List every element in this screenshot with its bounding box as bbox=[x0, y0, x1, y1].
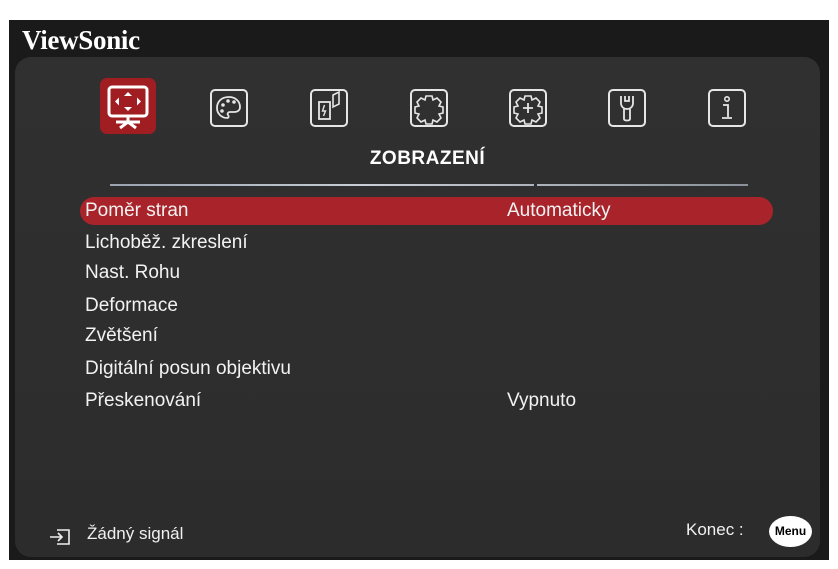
menu-item-label: Lichoběž. zkreslení bbox=[85, 232, 248, 253]
menu-item-overscan[interactable]: Přeskenování Vypnuto bbox=[85, 387, 773, 415]
power-management-icon[interactable] bbox=[306, 85, 352, 131]
menu-item-label: Přeskenování bbox=[85, 390, 202, 411]
menu-item-label: Poměr stran bbox=[85, 200, 189, 221]
menu-item-warp[interactable]: Deformace bbox=[85, 292, 773, 320]
brand-logo: ViewSonic bbox=[22, 25, 140, 55]
advanced-settings-icon[interactable] bbox=[505, 85, 551, 131]
menu-item-value: Vypnuto bbox=[507, 390, 577, 411]
system-tools-icon[interactable] bbox=[604, 85, 650, 131]
menu-item-keystone[interactable]: Lichoběž. zkreslení bbox=[85, 229, 773, 257]
menu-item-label: Zvětšení bbox=[85, 325, 158, 346]
menu-item-label: Nast. Rohu bbox=[85, 262, 181, 283]
menu-item-aspect-ratio[interactable]: Poměr stran Automaticky bbox=[80, 197, 773, 225]
signal-status: Žádný signál bbox=[87, 524, 184, 543]
menu-item-digital-lens-shift[interactable]: Digitální posun objektivu bbox=[85, 355, 773, 383]
basic-settings-icon[interactable] bbox=[406, 85, 452, 131]
exit-label: Konec : bbox=[686, 520, 744, 539]
input-source-icon bbox=[49, 528, 71, 546]
divider bbox=[110, 184, 748, 186]
menu-item-zoom[interactable]: Zvětšení bbox=[85, 322, 773, 350]
menu-item-label: Deformace bbox=[85, 295, 178, 316]
menu-item-label: Digitální posun objektivu bbox=[85, 358, 291, 379]
picture-icon[interactable] bbox=[206, 85, 252, 131]
menu-button[interactable]: Menu bbox=[769, 516, 812, 547]
menu-item-corner-adjust[interactable]: Nast. Rohu bbox=[85, 259, 773, 287]
section-title: ZOBRAZENÍ bbox=[369, 148, 486, 169]
display-icon[interactable] bbox=[100, 78, 156, 134]
information-icon[interactable] bbox=[704, 85, 750, 131]
menu-item-value: Automaticky bbox=[507, 200, 611, 221]
